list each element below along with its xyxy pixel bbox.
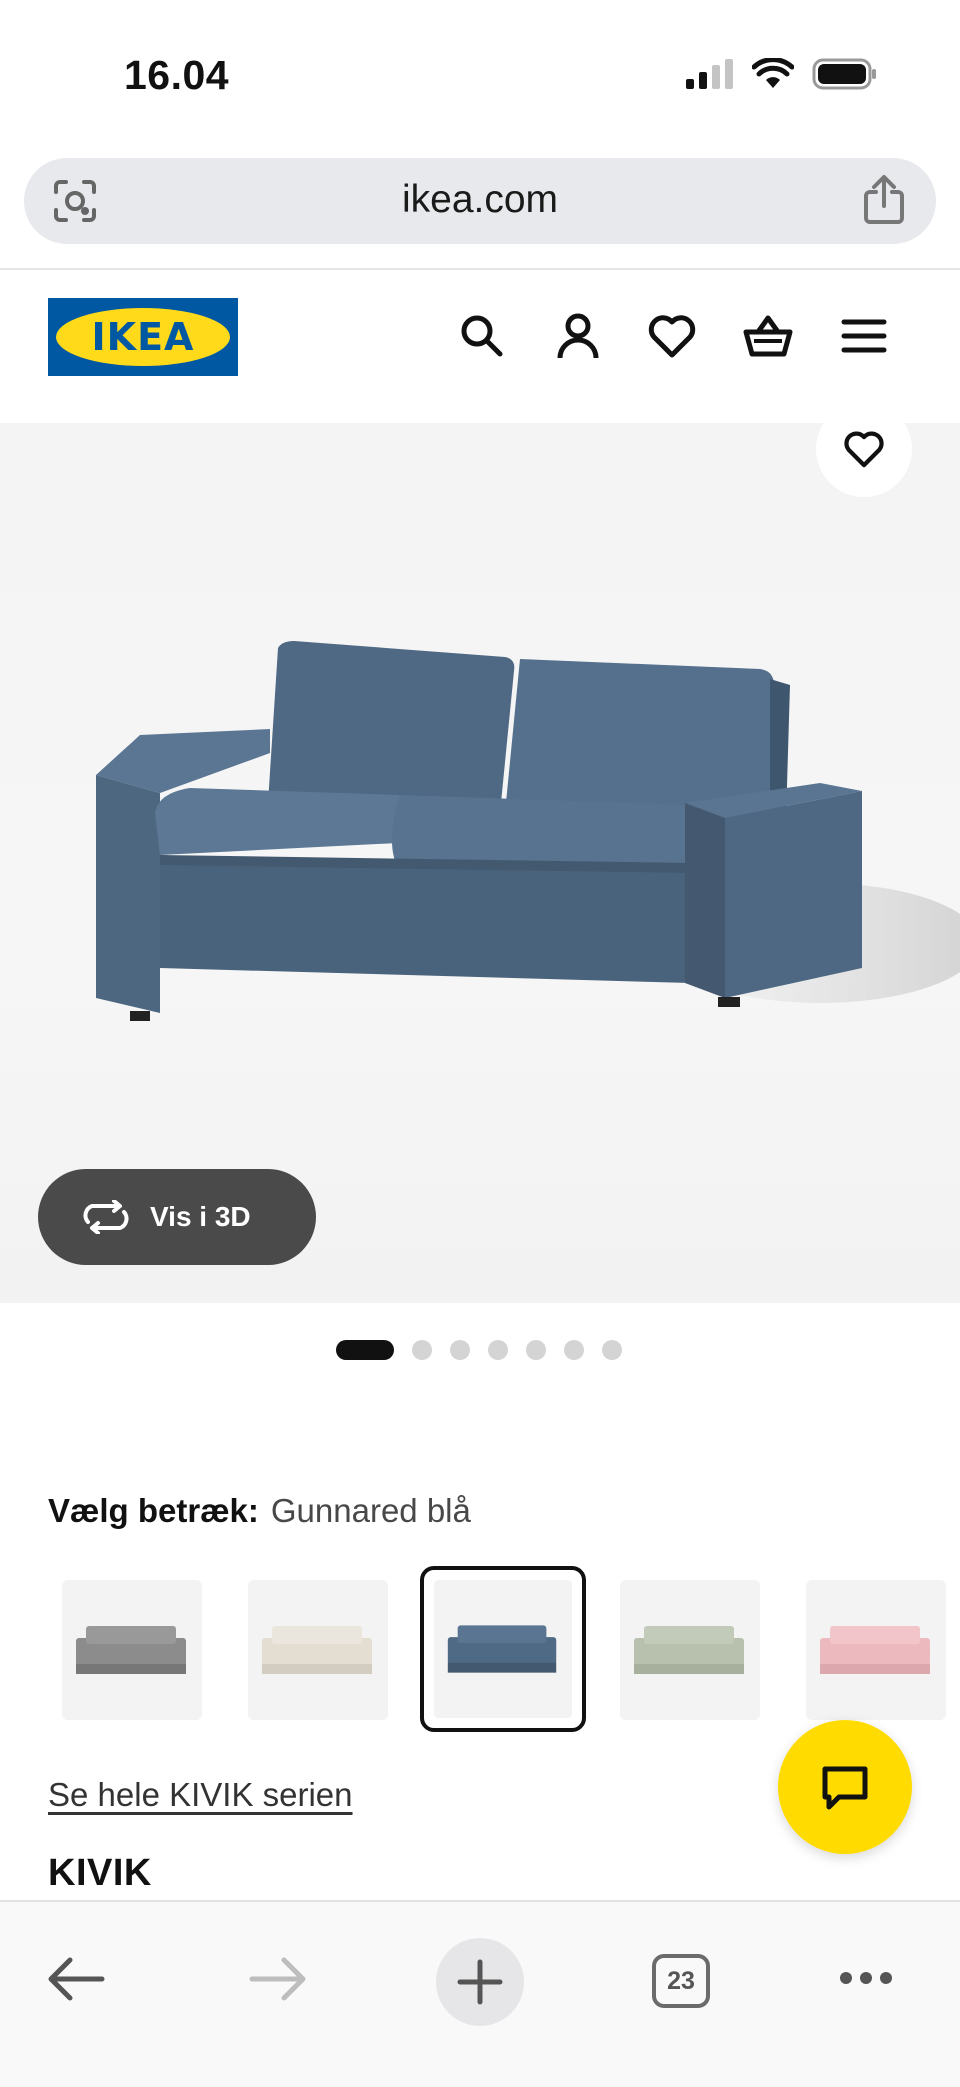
view-in-3d-label: Vis i 3D <box>150 1201 251 1232</box>
cover-label: Vælg betræk: <box>48 1492 259 1529</box>
product-image[interactable]: Vis i 3D <box>0 423 960 1303</box>
tabs-button[interactable]: 23 <box>652 1954 710 2008</box>
swatch-green[interactable] <box>620 1580 760 1720</box>
swatch-gunnared-blue[interactable] <box>420 1566 586 1732</box>
plus-icon <box>457 1959 503 2005</box>
search-icon[interactable] <box>456 310 508 362</box>
product-name: KIVIK <box>48 1852 152 1894</box>
address-bar[interactable]: ikea.com <box>24 158 936 244</box>
battery-icon <box>812 58 876 90</box>
carousel-dot[interactable] <box>564 1340 584 1360</box>
favorites-icon[interactable] <box>646 310 698 362</box>
browser-toolbar: 23 <box>0 1900 960 2087</box>
carousel-dot[interactable] <box>488 1340 508 1360</box>
new-tab-button[interactable] <box>436 1938 524 2026</box>
cover-selection-label: Vælg betræk: Gunnared blå <box>48 1492 471 1530</box>
account-icon[interactable] <box>552 310 604 362</box>
logo-text: IKEA <box>91 315 195 359</box>
see-series-link[interactable]: Se hele KIVIK serien <box>48 1776 353 1814</box>
wifi-icon <box>752 58 794 88</box>
heart-icon <box>844 431 884 468</box>
view-in-3d-button[interactable]: Vis i 3D <box>38 1169 316 1265</box>
status-icons <box>686 58 878 90</box>
carousel-dot[interactable] <box>412 1340 432 1360</box>
back-icon[interactable] <box>46 1954 106 2004</box>
menu-icon[interactable] <box>838 310 890 362</box>
swatch-inner <box>434 1580 572 1718</box>
signal-icon <box>686 59 733 89</box>
swatch-pink[interactable] <box>806 1580 946 1720</box>
carousel-dot[interactable] <box>336 1340 394 1360</box>
image-carousel-dots[interactable] <box>336 1340 622 1360</box>
cart-icon[interactable] <box>742 310 794 362</box>
rotate-3d-icon <box>83 1200 129 1234</box>
swatch-grey[interactable] <box>62 1580 202 1720</box>
status-time: 16.04 <box>124 52 230 98</box>
chat-icon <box>822 1766 868 1810</box>
share-icon[interactable] <box>860 174 908 226</box>
cover-swatches <box>0 1566 960 1736</box>
carousel-dot[interactable] <box>526 1340 546 1360</box>
url-text[interactable]: ikea.com <box>24 178 936 222</box>
status-bar: 16.04 <box>0 0 960 150</box>
chat-button[interactable] <box>778 1720 912 1854</box>
cover-value: Gunnared blå <box>270 1492 471 1529</box>
carousel-dot[interactable] <box>602 1340 622 1360</box>
forward-icon[interactable] <box>248 1954 308 2004</box>
swatch-beige[interactable] <box>248 1580 388 1720</box>
logo-oval: IKEA <box>56 308 230 366</box>
ikea-logo[interactable]: IKEA <box>48 298 238 376</box>
site-header: IKEA <box>0 270 960 422</box>
more-options-icon[interactable] <box>838 1968 894 1988</box>
carousel-dot[interactable] <box>450 1340 470 1360</box>
